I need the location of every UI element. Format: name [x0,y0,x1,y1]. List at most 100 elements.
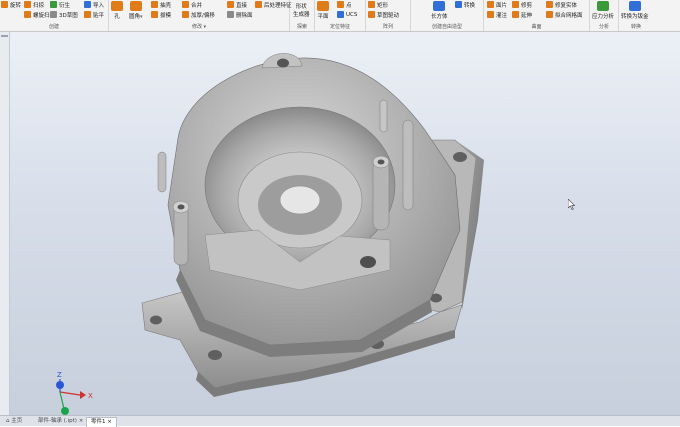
post-feature-label: 后处理特征 [264,2,292,9]
ribbon-group-surface: 面片 灌注 修剪 延伸 修复实体 拟合网格面 曲面 [484,0,590,31]
housing-body [157,53,461,357]
point-tool[interactable]: 点 [337,0,352,9]
sketch3d-tool[interactable]: 3D草图 [50,10,78,19]
group-label-modify: 修改 ▾ [191,24,207,30]
direct-tool[interactable]: 直接 [227,0,247,9]
ucs-label: UCS [346,11,358,18]
y-axis-knob [61,407,69,415]
document-tab-bar: ⌂ 主页 部件-轴承 (.ipt) × 零件1 × [0,415,680,427]
group-label-explore: 探索 [296,24,307,30]
sketch-pattern-icon [368,11,375,18]
trim-tool[interactable]: 修剪 [512,0,532,9]
repair-label: 修复实体 [555,2,578,9]
left-dock-strip[interactable] [0,32,10,415]
extend-label: 延伸 [521,12,533,19]
ribbon-group-workfeatures: 平面 点 UCS 定位特征 [315,0,366,31]
revolve-icon [1,1,8,8]
z-axis-knob [56,381,64,389]
generator-label: 生成器 [293,12,310,18]
x-axis-line [59,391,81,396]
convert-tool[interactable]: 转换 [455,0,475,9]
shell-label: 抽壳 [160,2,172,9]
stress-analysis-button[interactable]: 应力分析 [592,1,614,20]
trim-icon [512,1,519,8]
repair-tool[interactable]: 修复实体 [546,0,577,9]
extend-tool[interactable]: 延伸 [512,10,532,19]
tab-home-label: 主页 [11,418,23,424]
hole-label: 孔 [114,14,120,20]
convert-sheetmetal-label: 转换为钣金 [621,14,649,20]
shell-tool[interactable]: 抽壳 [151,0,171,9]
combine-icon [182,1,189,8]
post-feature-icon [255,1,262,8]
convert-sheetmetal-button[interactable]: 转换为钣金 [621,1,649,20]
sketch-pattern-tool[interactable]: 草图驱动 [368,10,399,19]
revolve-tool[interactable]: 旋转 [1,0,21,9]
ribbon-group-analysis: 应力分析 分析 [590,0,619,31]
import-tool[interactable]: 导入 [84,0,104,9]
draft-tool[interactable]: 拔模 [151,10,171,19]
rect-pattern-tool[interactable]: 矩形 [368,0,388,9]
sculpt-label: 灌注 [496,12,508,19]
dock-grip-icon [1,35,8,37]
post-feature-tool[interactable]: 后处理特征 [255,0,292,9]
tab-bearing-label: 部件-轴承 (.ipt) [38,418,77,424]
point-label: 点 [346,2,352,9]
sculpt-icon [487,11,494,18]
group-label-analysis: 分析 [598,24,609,30]
fillet-button[interactable]: 圆角▾ [129,1,143,20]
combine-label: 合并 [191,2,203,9]
fit-mesh-tool[interactable]: 拟合网格面 [546,10,583,19]
plane-icon [317,1,329,11]
stress-analysis-icon [597,1,609,11]
graphics-viewport[interactable]: Z X Y [0,32,680,425]
delete-face-label: 删除面 [236,12,253,19]
part-model[interactable] [0,32,680,415]
rect-pattern-label: 矩形 [377,2,389,9]
emboss-tool[interactable]: 贴平 [84,10,104,19]
import-icon [84,1,91,8]
close-icon[interactable]: × [79,418,84,424]
rect-pattern-icon [368,1,375,8]
derive-tool[interactable]: 衍生 [50,0,70,9]
box-icon [433,1,446,11]
y-axis-line [59,391,65,410]
tab-part1[interactable]: 零件1 × [86,417,117,427]
sweep-tool[interactable]: 扫掠 [24,0,44,9]
shape-generator-button[interactable]: 形状 生成器 [293,2,310,18]
group-label-surface: 曲面 [531,24,542,30]
sculpt-tool[interactable]: 灌注 [487,10,507,19]
patch-label: 面片 [496,2,508,9]
box-button[interactable]: 长方体 [431,1,448,20]
combine-tool[interactable]: 合并 [182,0,202,9]
chevron-down-icon: ▾ [140,14,143,20]
ribbon-group-pattern: 矩形 草图驱动 阵列 [366,0,411,31]
hole-button[interactable]: 孔 [111,1,123,20]
patch-tool[interactable]: 面片 [487,0,507,9]
sketch3d-icon [50,11,57,18]
revolve-label: 旋转 [10,2,22,9]
group-label-freeform: 创建自由造型 [431,24,462,30]
patch-icon [487,1,494,8]
z-axis-label: Z [57,371,62,379]
extend-icon [512,11,519,18]
point-icon [337,1,344,8]
convert-icon [455,1,462,8]
fillet-icon [129,1,142,11]
repair-icon [546,1,553,8]
thicken-label: 加厚/偏移 [191,12,215,19]
box-label: 长方体 [431,14,448,20]
thicken-tool[interactable]: 加厚/偏移 [182,10,215,19]
shape-label: 形状 [295,4,307,10]
trim-label: 修剪 [521,2,533,9]
ucs-tool[interactable]: UCS [337,10,357,19]
draft-icon [151,11,158,18]
plane-label: 平面 [317,14,329,20]
delete-face-icon [227,11,234,18]
convert-label: 转换 [464,2,476,9]
close-icon[interactable]: × [107,419,112,425]
fillet-label: 圆角 [129,14,141,20]
plane-button[interactable]: 平面 [317,1,329,20]
ucs-icon [337,11,344,18]
delete-face-tool[interactable]: 删除面 [227,10,253,19]
